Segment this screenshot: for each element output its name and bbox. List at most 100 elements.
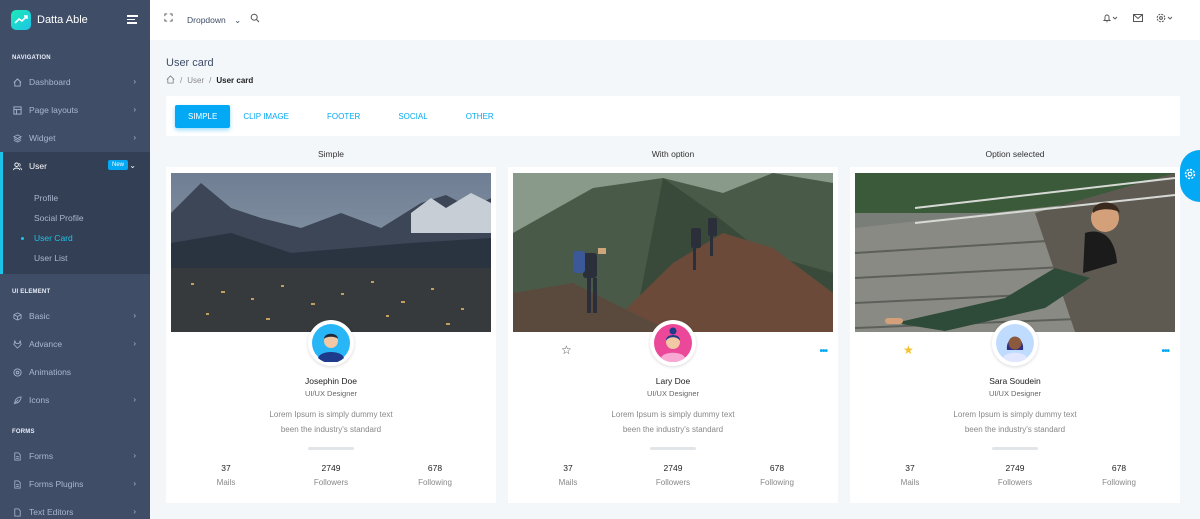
- stat-value: 678: [427, 463, 443, 473]
- stat-value: 2749: [1005, 463, 1025, 473]
- stat-label: Mails: [558, 478, 578, 487]
- sidebar-item-forms[interactable]: Forms ›: [0, 442, 150, 470]
- chevron-right-icon: ›: [133, 77, 136, 86]
- submenu-item-user-card[interactable]: User Card: [3, 228, 150, 248]
- tab-other[interactable]: OTHER: [453, 105, 507, 128]
- brand-name: Datta Able: [37, 14, 88, 26]
- new-badge: New: [107, 160, 128, 170]
- menu-toggle-icon[interactable]: [127, 15, 138, 24]
- sidebar-item-label: Forms: [29, 451, 54, 461]
- stat-label: Mails: [900, 478, 920, 487]
- logo-icon: [11, 10, 31, 30]
- sidebar-item-animations[interactable]: Animations: [0, 358, 150, 386]
- ui-caption: UI ELEMENT: [12, 289, 51, 295]
- stat-value: 2749: [663, 463, 683, 473]
- stat-label: Following: [418, 478, 452, 487]
- search-icon[interactable]: [250, 13, 260, 25]
- stat-value: 2749: [321, 463, 341, 473]
- user-role: UI/UX Designer: [988, 389, 1042, 398]
- theme-customizer-button[interactable]: [1180, 150, 1200, 202]
- user-description: Lorem Ipsum is simply dummy text been th…: [251, 407, 411, 437]
- sidebar-item-user[interactable]: User New ⌄: [0, 152, 150, 180]
- stat-following: 678 Following: [737, 463, 817, 487]
- cover-photo-hikers: [513, 173, 833, 332]
- star-filled-icon[interactable]: ★: [903, 344, 914, 356]
- description-line: been the industry's standard: [622, 425, 724, 434]
- top-header: Dropdown ⌄: [150, 0, 1200, 40]
- home-icon: [13, 77, 22, 87]
- stat-value: 37: [905, 463, 915, 473]
- stat-value: 37: [221, 463, 231, 473]
- settings-gear-icon[interactable]: [1156, 13, 1174, 25]
- tab-social[interactable]: SOCIAL: [385, 105, 440, 128]
- tab-clip-image[interactable]: CLIP IMAGE: [230, 105, 302, 128]
- stat-mails: 37 Mails: [528, 463, 608, 487]
- sidebar-item-label: Forms Plugins: [29, 479, 84, 489]
- user-card-option-selected: ★ ••• Sara Soudein UI/UX Designer Lorem …: [850, 167, 1180, 503]
- stat-label: Followers: [313, 478, 349, 487]
- user-name: Josephin Doe: [305, 376, 357, 386]
- stat-followers: 2749 Followers: [291, 463, 371, 487]
- sidebar-item-label: User: [29, 161, 47, 171]
- user-name: Lary Doe: [655, 376, 691, 386]
- stat-value: 678: [769, 463, 785, 473]
- description-line: been the industry's standard: [280, 425, 382, 434]
- tab-footer[interactable]: FOOTER: [314, 105, 373, 128]
- user-role: UI/UX Designer: [646, 389, 700, 398]
- stat-following: 678 Following: [1079, 463, 1159, 487]
- avatar: [992, 320, 1038, 366]
- sidebar-item-label: Dashboard: [29, 77, 71, 87]
- sidebar-item-basic[interactable]: Basic ›: [0, 302, 150, 330]
- stat-label: Following: [1102, 478, 1136, 487]
- sidebar-item-advance[interactable]: Advance ›: [0, 330, 150, 358]
- gear-icon: [1184, 167, 1196, 185]
- sidebar: Datta Able NAVIGATION Dashboard › Page l…: [0, 0, 150, 519]
- chevron-right-icon: ›: [133, 133, 136, 142]
- chevron-down-icon: ⌄: [129, 161, 136, 170]
- avatar: [308, 320, 354, 366]
- chevron-right-icon: ›: [133, 105, 136, 114]
- sidebar-item-text-editors[interactable]: Text Editors ›: [0, 498, 150, 519]
- sidebar-item-page-layouts[interactable]: Page layouts ›: [0, 96, 150, 124]
- file-text-icon: [13, 451, 22, 461]
- chevron-right-icon: ›: [133, 311, 136, 320]
- dropdown-label: Dropdown: [187, 15, 226, 25]
- layers-icon: [13, 133, 22, 143]
- star-outline-icon[interactable]: ☆: [561, 344, 572, 356]
- nav-caption: NAVIGATION: [12, 55, 51, 61]
- stat-followers: 2749 Followers: [633, 463, 713, 487]
- stat-mails: 37 Mails: [870, 463, 950, 487]
- sidebar-item-dashboard[interactable]: Dashboard ›: [0, 68, 150, 96]
- sidebar-item-forms-plugins[interactable]: Forms Plugins ›: [0, 470, 150, 498]
- more-options-icon[interactable]: •••: [1161, 346, 1169, 357]
- breadcrumb: / User / User card: [166, 75, 253, 86]
- description-line: been the industry's standard: [964, 425, 1066, 434]
- notification-bell-icon[interactable]: [1102, 13, 1118, 25]
- header-dropdown[interactable]: Dropdown ⌄: [187, 15, 241, 26]
- stat-followers: 2749 Followers: [975, 463, 1055, 487]
- submenu-item-user-list[interactable]: User List: [3, 248, 150, 268]
- stat-value: 678: [1111, 463, 1127, 473]
- sidebar-item-label: Animations: [29, 367, 72, 377]
- divider: [308, 447, 354, 450]
- user-card-with-option: ☆ ••• Lary Doe UI/UX Designer Lorem Ipsu…: [508, 167, 838, 503]
- sidebar-item-label: Widget: [29, 133, 56, 143]
- stat-mails: 37 Mails: [186, 463, 266, 487]
- sidebar-item-widget[interactable]: Widget ›: [0, 124, 150, 152]
- breadcrumb-current: User card: [216, 76, 254, 85]
- fullscreen-icon[interactable]: [164, 13, 173, 24]
- mail-icon[interactable]: [1133, 14, 1143, 24]
- home-icon[interactable]: [166, 75, 175, 86]
- sidebar-item-icons[interactable]: Icons ›: [0, 386, 150, 414]
- user-submenu: Profile Social Profile User Card User Li…: [0, 180, 150, 274]
- user-name: Sara Soudein: [989, 376, 1041, 386]
- more-options-icon[interactable]: •••: [819, 346, 827, 357]
- tab-simple[interactable]: SIMPLE: [175, 104, 231, 128]
- description-line: Lorem Ipsum is simply dummy text: [611, 410, 735, 419]
- breadcrumb-item[interactable]: User: [187, 76, 204, 85]
- column-title: Simple: [318, 149, 344, 159]
- stat-value: 37: [563, 463, 573, 473]
- description-line: Lorem Ipsum is simply dummy text: [269, 410, 393, 419]
- submenu-item-profile[interactable]: Profile: [3, 188, 150, 208]
- submenu-item-social-profile[interactable]: Social Profile: [3, 208, 150, 228]
